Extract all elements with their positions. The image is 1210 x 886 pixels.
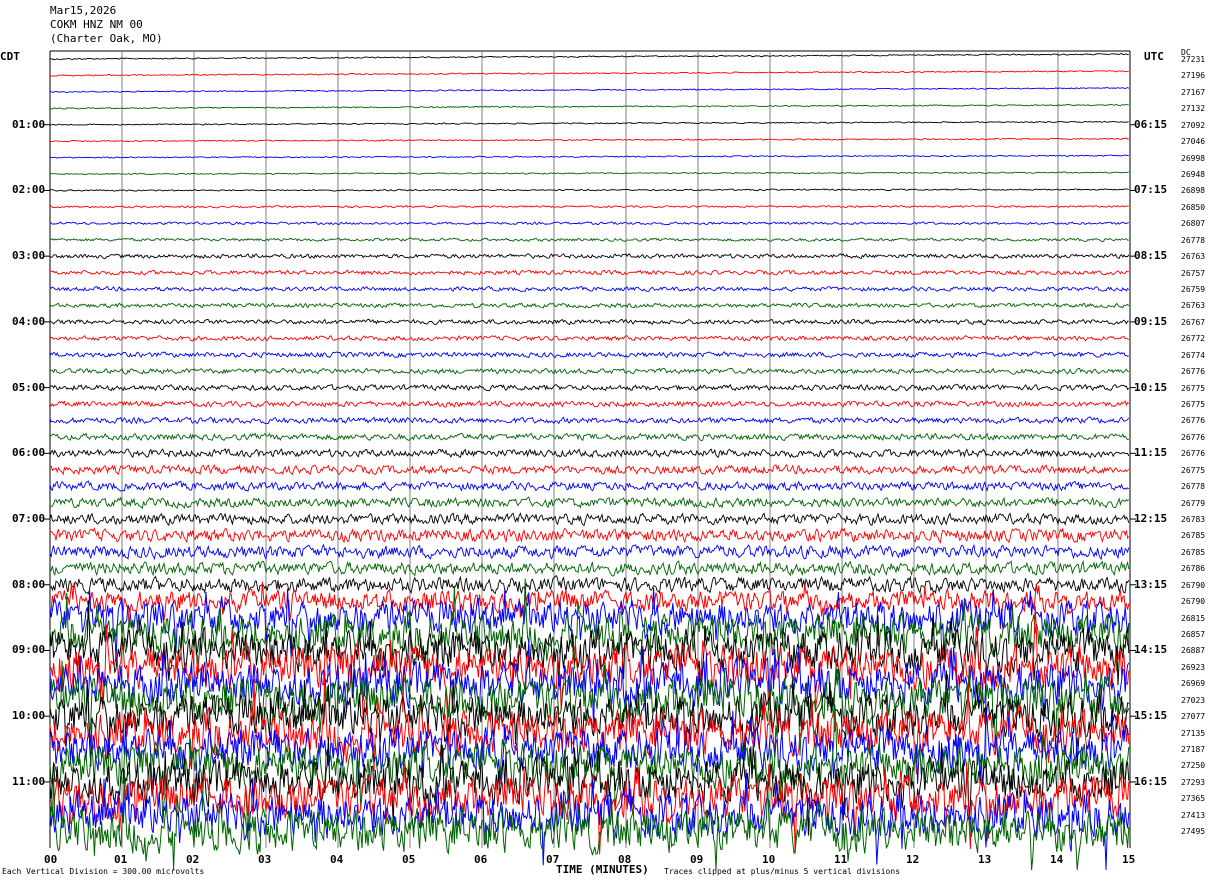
trace-22 — [49, 416, 1130, 425]
trace-9 — [49, 204, 1129, 209]
trace-15 — [49, 302, 1130, 309]
clip-note: Traces clipped at plus/minus 5 vertical … — [664, 867, 901, 876]
trace-3 — [49, 103, 1129, 110]
trace-16 — [49, 318, 1129, 326]
trace-17 — [49, 335, 1130, 342]
trace-23 — [49, 432, 1129, 442]
trace-32 — [49, 574, 1130, 595]
trace-27 — [49, 496, 1130, 509]
trace-28 — [49, 512, 1130, 527]
scale-note: Each Vertical Division = 300.00 microvol… — [2, 867, 205, 876]
trace-21 — [49, 400, 1130, 408]
trace-30 — [49, 543, 1130, 561]
trace-2 — [49, 87, 1130, 93]
trace-31 — [49, 560, 1130, 577]
trace-11 — [49, 237, 1129, 242]
trace-1 — [49, 70, 1129, 77]
trace-25 — [49, 463, 1130, 476]
trace-10 — [49, 221, 1129, 226]
trace-18 — [49, 351, 1129, 359]
trace-20 — [49, 383, 1130, 392]
trace-19 — [49, 367, 1130, 375]
trace-8 — [49, 188, 1129, 192]
trace-13 — [49, 269, 1129, 276]
seismogram-plot — [44, 50, 1136, 871]
trace-12 — [49, 253, 1130, 260]
trace-29 — [49, 527, 1130, 544]
trace-26 — [49, 480, 1130, 492]
x-axis-title: TIME (MINUTES) — [556, 863, 649, 876]
trace-0 — [49, 53, 1129, 61]
trace-14 — [49, 285, 1130, 293]
trace-5 — [49, 137, 1129, 143]
trace-24 — [49, 448, 1130, 459]
trace-6 — [49, 154, 1130, 159]
trace-7 — [49, 171, 1129, 176]
trace-4 — [49, 120, 1129, 126]
